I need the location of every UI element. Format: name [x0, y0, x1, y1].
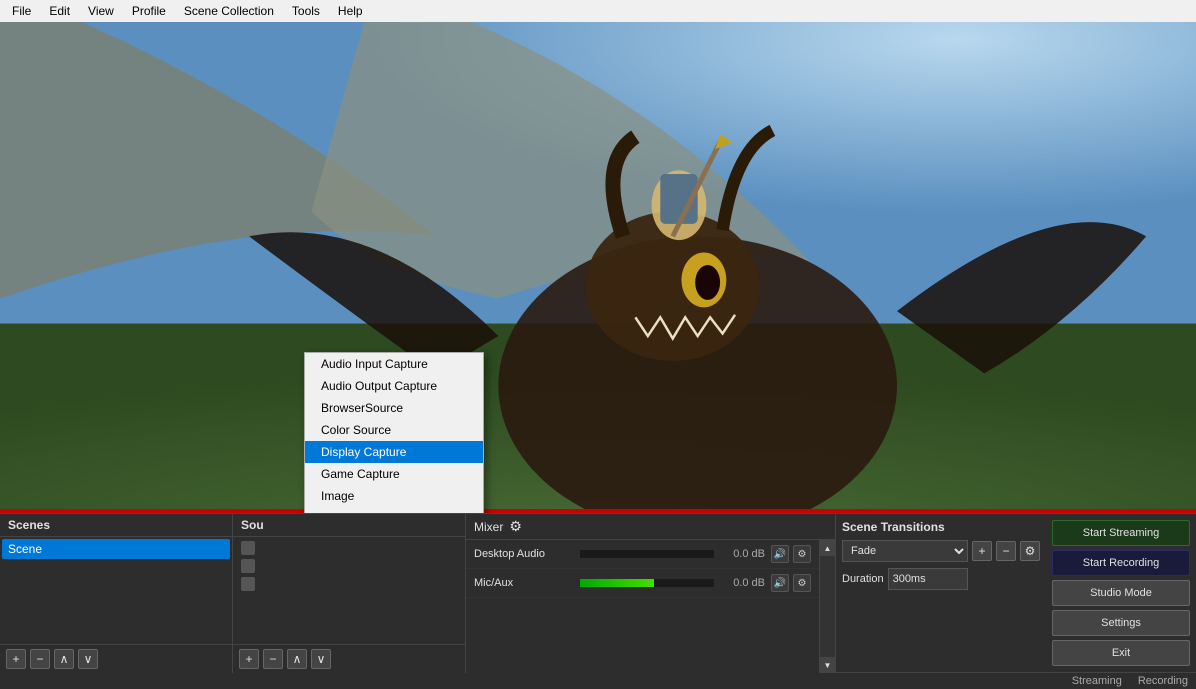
preview-area: Audio Input Capture Audio Output Capture… [0, 22, 1196, 513]
main-area: Audio Input Capture Audio Output Capture… [0, 22, 1196, 673]
menu-profile[interactable]: Profile [124, 2, 174, 20]
ctx-browser-source[interactable]: BrowserSource [305, 397, 483, 419]
scenes-up-button[interactable]: ∧ [54, 649, 74, 669]
sources-add-button[interactable]: + [239, 649, 259, 669]
sources-remove-button[interactable]: − [263, 649, 283, 669]
mixer-main: Desktop Audio 0.0 dB 🔊 ⚙ [466, 540, 819, 673]
duration-input[interactable] [888, 568, 968, 590]
scenes-list: Scene [0, 537, 232, 644]
menu-help[interactable]: Help [330, 2, 371, 20]
mic-aux-label: Mic/Aux [474, 577, 574, 589]
studio-mode-button[interactable]: Studio Mode [1052, 580, 1190, 606]
ctx-game-capture[interactable]: Game Capture [305, 463, 483, 485]
sources-up-button[interactable]: ∧ [287, 649, 307, 669]
transitions-add-button[interactable]: + [972, 541, 992, 561]
desktop-audio-slider[interactable] [580, 544, 714, 564]
ctx-image[interactable]: Image [305, 485, 483, 507]
sources-list [233, 537, 465, 644]
desktop-audio-label: Desktop Audio [474, 548, 574, 560]
transitions-panel: Scene Transitions Fade + − ⚙ Duration [836, 514, 1046, 672]
context-menu[interactable]: Audio Input Capture Audio Output Capture… [304, 352, 484, 513]
mixer-scroll-up[interactable]: ▲ [820, 540, 836, 556]
mic-aux-bar [580, 579, 714, 587]
sources-down-button[interactable]: ∨ [311, 649, 331, 669]
scenes-down-button[interactable]: ∨ [78, 649, 98, 669]
scenes-remove-button[interactable]: − [30, 649, 50, 669]
ctx-color-source[interactable]: Color Source [305, 419, 483, 441]
transitions-select-row: Fade + − ⚙ [842, 540, 1040, 562]
desktop-audio-db: 0.0 dB [720, 548, 765, 560]
mic-aux-slider[interactable] [580, 573, 714, 593]
source-item-3[interactable] [235, 575, 463, 593]
sources-footer: + − ∧ ∨ [233, 644, 465, 673]
source-icon-2 [241, 559, 255, 573]
scenes-add-button[interactable]: + [6, 649, 26, 669]
transitions-controls-row: Scene Transitions Fade + − ⚙ Duration [836, 514, 1196, 672]
ctx-audio-output[interactable]: Audio Output Capture [305, 375, 483, 397]
scenes-header: Scenes [0, 514, 232, 537]
red-progress-bar [0, 509, 1196, 513]
mic-aux-level [580, 579, 654, 587]
mic-aux-controls: 🔊 ⚙ [771, 574, 811, 592]
mic-aux-db: 0.0 dB [720, 577, 765, 589]
streaming-status: Streaming [1072, 675, 1122, 687]
mixer-panel: Mixer ⚙ Desktop Audio 0.0 dB [466, 514, 836, 673]
transitions-select[interactable]: Fade [842, 540, 968, 562]
duration-row: Duration [842, 568, 1040, 590]
desktop-audio-mute-button[interactable]: 🔊 [771, 545, 789, 563]
ctx-image-slideshow[interactable]: Image Slide Show [305, 507, 483, 513]
preview-content [0, 22, 1196, 513]
recording-status: Recording [1138, 675, 1188, 687]
sources-panel: Sou + − ∧ ∨ [233, 514, 466, 673]
sources-header: Sou [233, 514, 465, 537]
mixer-track-desktop: Desktop Audio 0.0 dB 🔊 ⚙ [466, 540, 819, 569]
menu-scene-collection[interactable]: Scene Collection [176, 2, 282, 20]
transitions-title: Scene Transitions [842, 520, 1040, 534]
right-panels: Scene Transitions Fade + − ⚙ Duration [836, 514, 1196, 673]
duration-label: Duration [842, 573, 884, 585]
status-bar: Streaming Recording [836, 672, 1196, 689]
mixer-gear-icon[interactable]: ⚙ [509, 518, 522, 535]
mic-aux-settings-button[interactable]: ⚙ [793, 574, 811, 592]
transitions-remove-button[interactable]: − [996, 541, 1016, 561]
start-recording-button[interactable]: Start Recording [1052, 550, 1190, 576]
source-icon-1 [241, 541, 255, 555]
source-icon-3 [241, 577, 255, 591]
scenes-panel: Scenes Scene + − ∧ ∨ [0, 514, 233, 673]
menu-file[interactable]: File [4, 2, 39, 20]
scene-item-scene[interactable]: Scene [2, 539, 230, 559]
menu-tools[interactable]: Tools [284, 2, 328, 20]
bottom-panel: Scenes Scene + − ∧ ∨ Sou [0, 513, 1196, 673]
desktop-audio-settings-button[interactable]: ⚙ [793, 545, 811, 563]
mixer-header: Mixer ⚙ [466, 514, 835, 540]
ctx-audio-input[interactable]: Audio Input Capture [305, 353, 483, 375]
scenes-footer: + − ∧ ∨ [0, 644, 232, 673]
mixer-scroll-down[interactable]: ▼ [820, 657, 836, 673]
mixer-sources-area: Desktop Audio 0.0 dB 🔊 ⚙ [466, 540, 835, 673]
ctx-display-capture[interactable]: Display Capture [305, 441, 483, 463]
mixer-track-mic: Mic/Aux 0.0 dB 🔊 ⚙ [466, 569, 819, 598]
menubar: File Edit View Profile Scene Collection … [0, 0, 1196, 22]
controls-panel: Start Streaming Start Recording Studio M… [1046, 514, 1196, 672]
source-item-2[interactable] [235, 557, 463, 575]
mixer-scrollbar[interactable]: ▲ ▼ [819, 540, 835, 673]
settings-button[interactable]: Settings [1052, 610, 1190, 636]
exit-button[interactable]: Exit [1052, 640, 1190, 666]
source-item-1[interactable] [235, 539, 463, 557]
start-streaming-button[interactable]: Start Streaming [1052, 520, 1190, 546]
desktop-audio-bar [580, 550, 714, 558]
transitions-gear-button[interactable]: ⚙ [1020, 541, 1040, 561]
menu-edit[interactable]: Edit [41, 2, 78, 20]
desktop-audio-controls: 🔊 ⚙ [771, 545, 811, 563]
menu-view[interactable]: View [80, 2, 122, 20]
mic-aux-mute-button[interactable]: 🔊 [771, 574, 789, 592]
mixer-title: Mixer [474, 520, 503, 534]
